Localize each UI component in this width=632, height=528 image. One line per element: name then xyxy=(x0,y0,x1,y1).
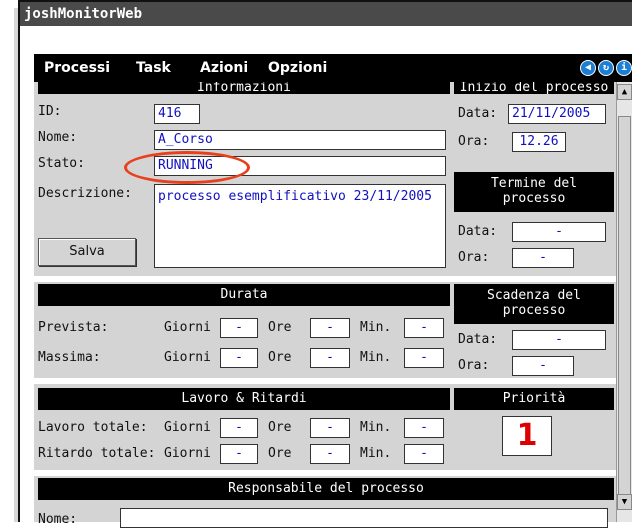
durata-massima-label: Massima: xyxy=(38,350,101,365)
refresh-icon[interactable]: ↻ xyxy=(598,60,614,76)
ore-label: Ore xyxy=(268,320,292,335)
inizio-ora-field[interactable]: 12.26 xyxy=(512,132,566,152)
termine-ora-field[interactable]: - xyxy=(512,248,574,268)
prevista-min-field[interactable]: - xyxy=(404,318,444,338)
scadenza-ora-label: Ora: xyxy=(458,358,490,373)
scadenza-header: Scadenza del processo xyxy=(454,284,614,324)
lavoro-min-field[interactable]: - xyxy=(404,418,444,438)
menu-azioni[interactable]: Azioni xyxy=(200,54,248,82)
separator xyxy=(34,378,616,384)
menu-opzioni[interactable]: Opzioni xyxy=(268,54,327,82)
giorni-label: Giorni xyxy=(164,350,211,365)
ritardo-giorni-field[interactable]: - xyxy=(220,444,258,464)
responsabile-header: Responsabile del processo xyxy=(38,478,614,500)
lavoro-giorni-field[interactable]: - xyxy=(220,418,258,438)
durata-prevista-label: Prevista: xyxy=(38,320,109,335)
inizio-data-field[interactable]: 21/11/2005 xyxy=(508,104,606,124)
ritardo-min-field[interactable]: - xyxy=(404,444,444,464)
massima-min-field[interactable]: - xyxy=(404,348,444,368)
durata-header: Durata xyxy=(38,284,450,306)
id-label: ID: xyxy=(38,104,62,119)
lavoro-header: Lavoro & Ritardi xyxy=(38,388,450,410)
min-label: Min. xyxy=(360,420,392,435)
scadenza-header-line2: processo xyxy=(502,303,566,318)
content-panel: Informazioni ID: 416 Nome: A_Corso Stato… xyxy=(34,82,616,528)
termine-data-label: Data: xyxy=(458,224,498,239)
back-icon[interactable]: ◀ xyxy=(580,60,596,76)
priorita-header: Priorità xyxy=(454,388,614,410)
nome-field[interactable]: A_Corso xyxy=(154,130,446,150)
min-label: Min. xyxy=(360,320,392,335)
informazioni-header: Informazioni xyxy=(38,82,450,94)
scadenza-data-label: Data: xyxy=(458,332,498,347)
priority-value: 1 xyxy=(502,416,552,456)
ore-label: Ore xyxy=(268,446,292,461)
termine-ora-label: Ora: xyxy=(458,250,490,265)
info-icon[interactable]: i xyxy=(616,60,632,76)
prevista-giorni-field[interactable]: - xyxy=(220,318,258,338)
min-label: Min. xyxy=(360,350,392,365)
inizio-ora-label: Ora: xyxy=(458,134,490,149)
giorni-label: Giorni xyxy=(164,446,211,461)
responsabile-nome-label: Nome: xyxy=(38,512,78,527)
menu-task[interactable]: Task xyxy=(136,54,171,82)
id-field[interactable]: 416 xyxy=(154,104,200,124)
salva-button[interactable]: Salva xyxy=(38,238,136,266)
ritardo-totale-label: Ritardo totale: xyxy=(38,446,156,461)
ore-label: Ore xyxy=(268,420,292,435)
descrizione-field[interactable]: processo esemplificativo 23/11/2005 xyxy=(154,184,446,268)
termine-data-field[interactable]: - xyxy=(512,222,606,242)
scadenza-data-field[interactable]: - xyxy=(512,330,606,350)
scroll-up-button[interactable]: ▲ xyxy=(617,84,632,100)
separator xyxy=(34,276,616,282)
termine-header-line2: processo xyxy=(502,191,566,206)
massima-giorni-field[interactable]: - xyxy=(220,348,258,368)
termine-header-line1: Termine del xyxy=(490,176,578,191)
stato-field[interactable]: RUNNING xyxy=(154,156,446,176)
separator xyxy=(34,470,616,476)
responsabile-nome-field[interactable] xyxy=(120,508,608,528)
termine-header: Termine del processo xyxy=(454,172,614,212)
prevista-ore-field[interactable]: - xyxy=(310,318,350,338)
stato-label: Stato: xyxy=(38,156,85,171)
inizio-header: Inizio del processo xyxy=(454,82,614,94)
window-title: joshMonitorWeb xyxy=(20,2,632,26)
lavoro-totale-label: Lavoro totale: xyxy=(38,420,148,435)
descrizione-label: Descrizione: xyxy=(38,186,132,201)
giorni-label: Giorni xyxy=(164,420,211,435)
menu-bar: Processi Task Azioni Opzioni ◀ ↻ i xyxy=(34,54,632,82)
scroll-thumb[interactable] xyxy=(618,116,631,496)
massima-ore-field[interactable]: - xyxy=(310,348,350,368)
ritardo-ore-field[interactable]: - xyxy=(310,444,350,464)
scadenza-header-line1: Scadenza del xyxy=(487,288,581,303)
menu-processi[interactable]: Processi xyxy=(44,54,110,82)
giorni-label: Giorni xyxy=(164,320,211,335)
vertical-scrollbar[interactable]: ▲ ▼ xyxy=(616,82,632,522)
lavoro-ore-field[interactable]: - xyxy=(310,418,350,438)
inizio-data-label: Data: xyxy=(458,106,498,121)
ore-label: Ore xyxy=(268,350,292,365)
min-label: Min. xyxy=(360,446,392,461)
scadenza-ora-field[interactable]: - xyxy=(512,356,574,376)
scroll-down-button[interactable]: ▼ xyxy=(617,494,632,510)
nome-label: Nome: xyxy=(38,130,78,145)
